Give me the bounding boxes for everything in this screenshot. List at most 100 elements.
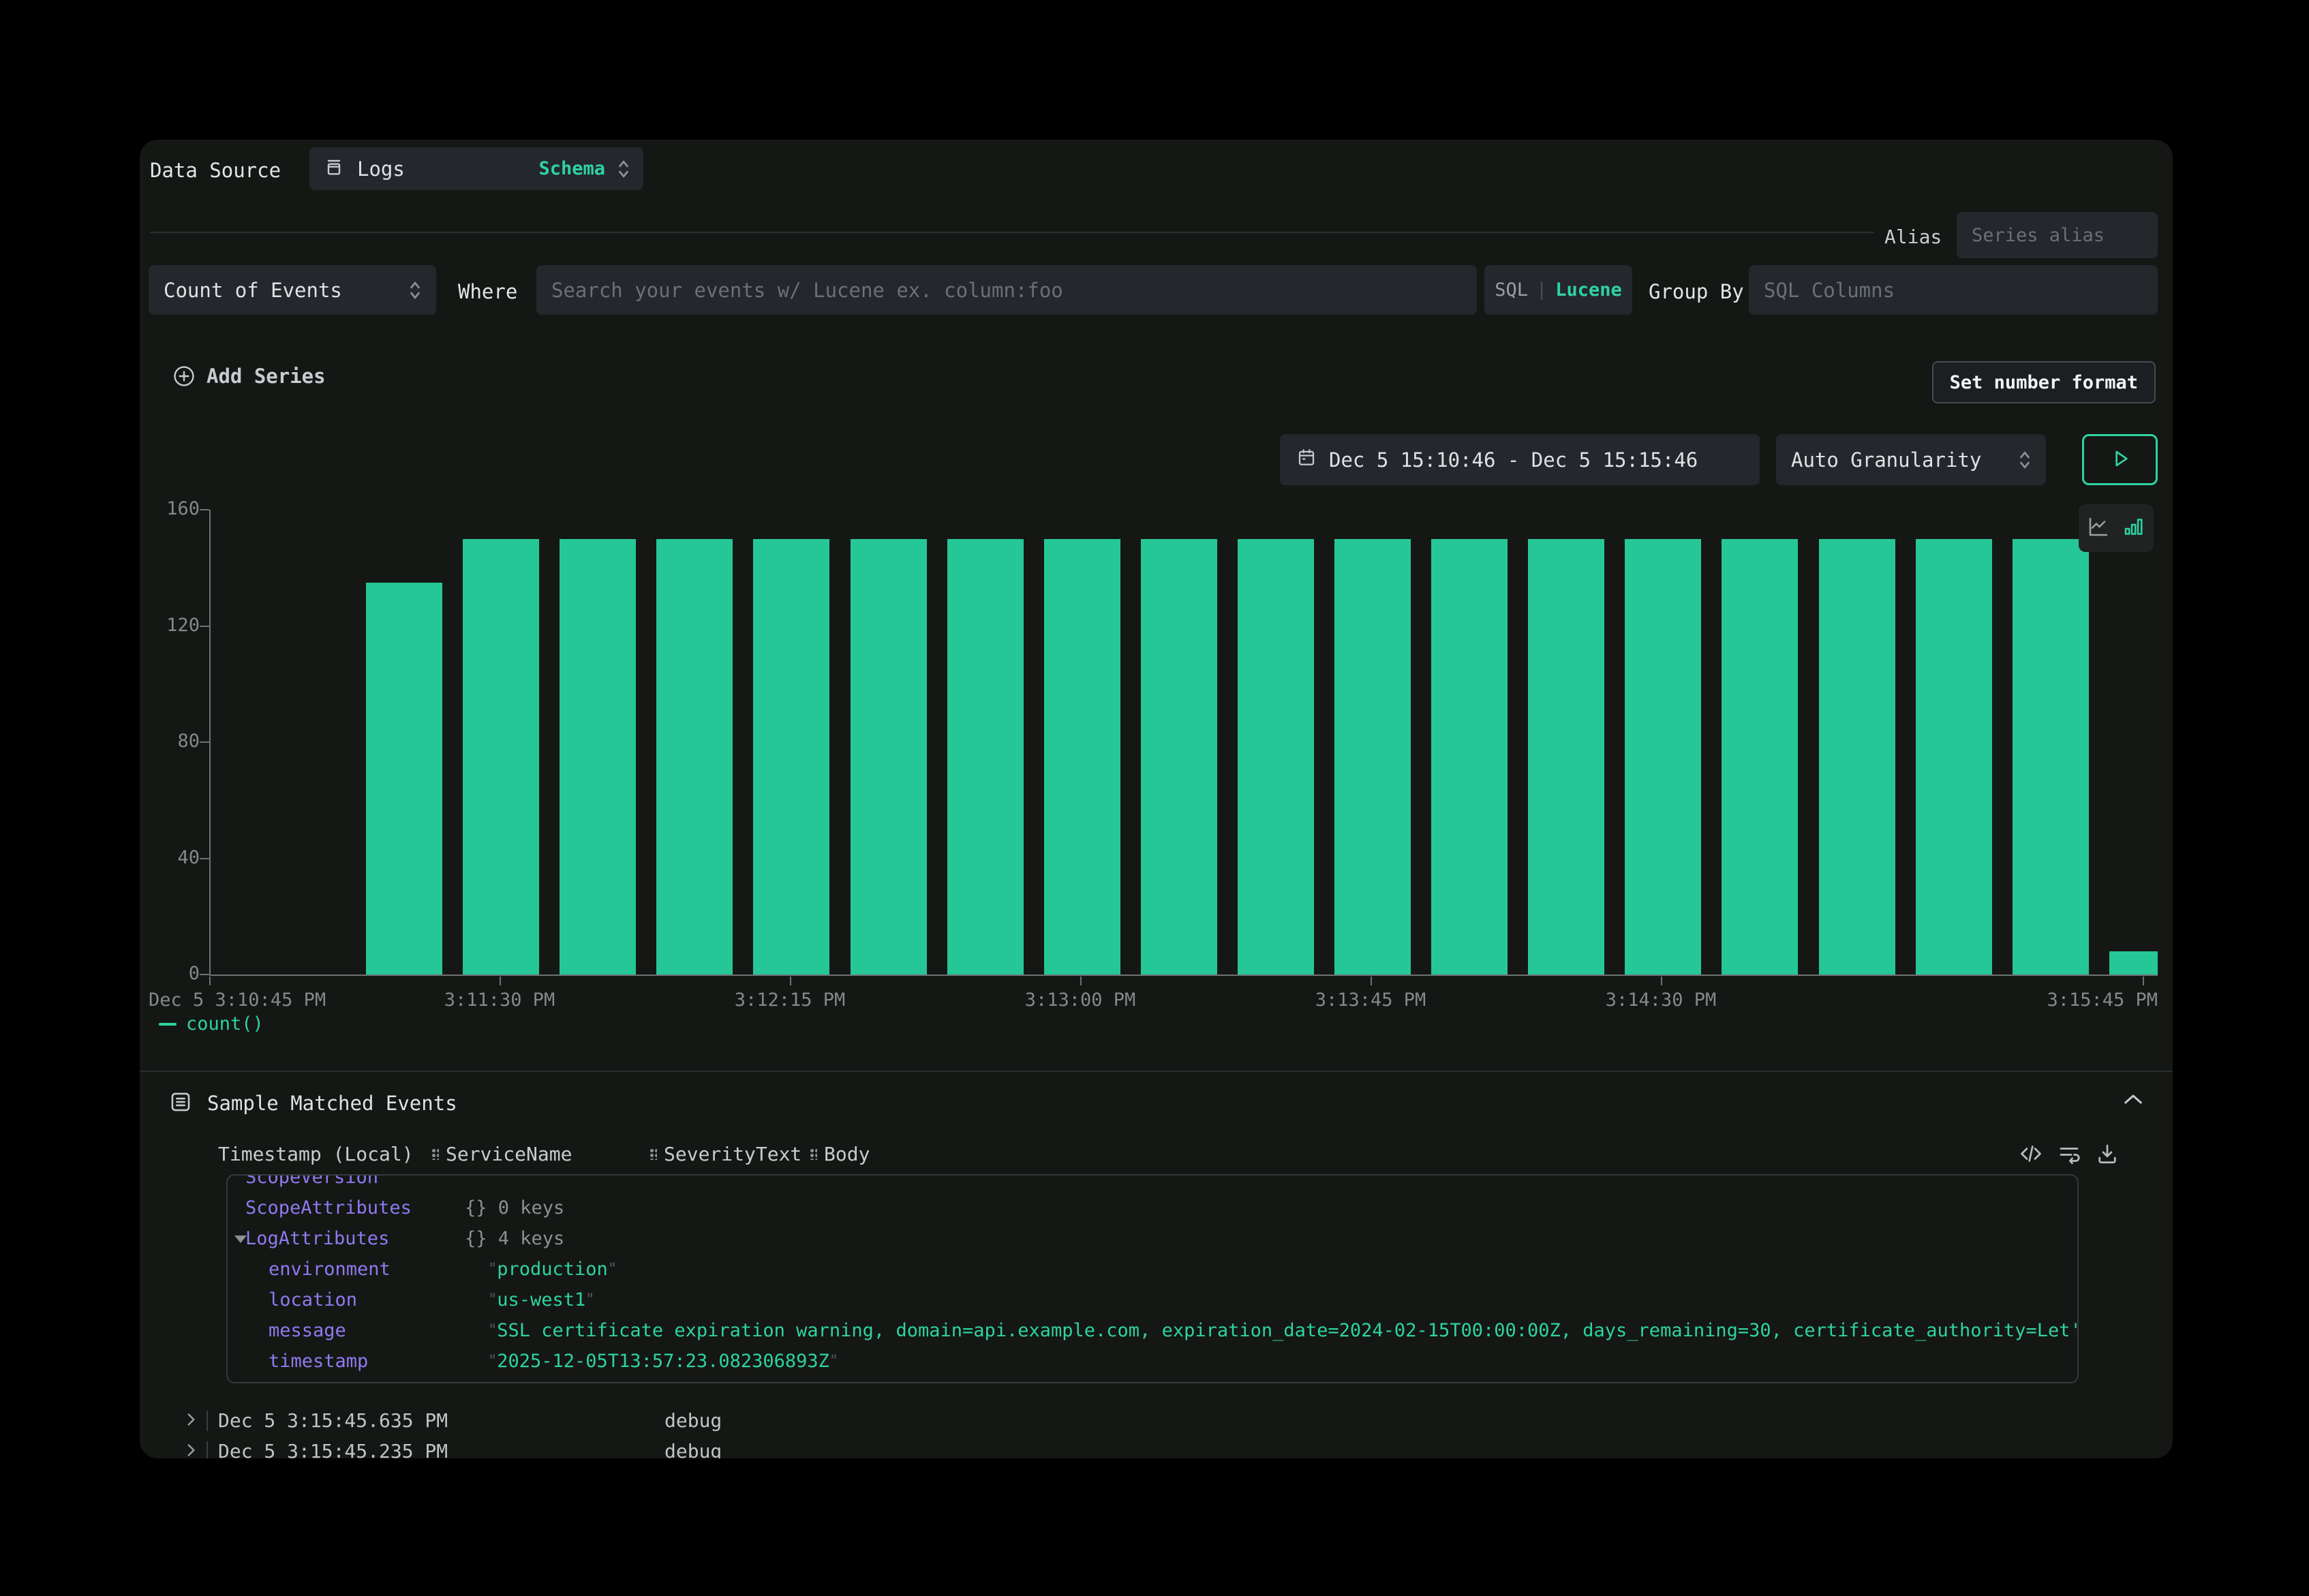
- json-key: LogAttributes: [245, 1223, 465, 1254]
- divider: [150, 232, 1874, 233]
- json-key: ScopeVersion: [245, 1174, 465, 1193]
- chart-legend[interactable]: count(): [159, 1013, 264, 1034]
- bar[interactable]: [1141, 539, 1217, 975]
- json-row[interactable]: ScopeAttributes{} 0 keys: [228, 1193, 2077, 1223]
- drag-handle-icon[interactable]: [649, 1148, 657, 1160]
- search-input[interactable]: [536, 265, 1477, 315]
- event-timestamp: Dec 5 3:15:45.635 PM: [218, 1409, 448, 1432]
- event-row[interactable]: Dec 5 3:15:45.235 PMdebug: [140, 1437, 2173, 1458]
- bar[interactable]: [1819, 539, 1895, 975]
- bar[interactable]: [1625, 539, 1701, 975]
- bar[interactable]: [656, 539, 733, 975]
- json-row[interactable]: LogAttributes{} 4 keys: [228, 1223, 2077, 1254]
- where-label: Where: [458, 280, 517, 303]
- column-label: SeverityText: [664, 1143, 801, 1165]
- bar[interactable]: [1431, 539, 1508, 975]
- event-rows: Dec 5 3:15:45.635 PMdebugDec 5 3:15:45.2…: [140, 1406, 2173, 1458]
- column-header-body[interactable]: Body: [810, 1143, 870, 1165]
- json-value: "production": [488, 1259, 617, 1280]
- bar[interactable]: [2013, 539, 2089, 975]
- drag-handle-icon[interactable]: [810, 1148, 817, 1160]
- column-header-servicename[interactable]: ServiceName: [431, 1143, 572, 1165]
- aggregation-select[interactable]: Count of Events: [149, 265, 436, 315]
- json-value: {} 4 keys: [465, 1228, 564, 1249]
- bar[interactable]: [366, 583, 442, 975]
- y-tick: [200, 509, 209, 510]
- legend-swatch: [159, 1023, 177, 1026]
- wrap-text-icon[interactable]: [2057, 1141, 2081, 1166]
- bar[interactable]: [1722, 539, 1798, 975]
- json-value: "us-west1": [488, 1289, 595, 1310]
- json-row[interactable]: ScopeVersion"": [228, 1174, 2077, 1193]
- json-key: environment: [269, 1254, 488, 1285]
- set-number-format-button[interactable]: Set number format: [1932, 361, 2156, 403]
- json-key: message: [269, 1315, 488, 1346]
- sql-toggle[interactable]: SQL: [1495, 279, 1528, 301]
- group-by-label: Group By: [1649, 280, 1744, 303]
- chart-type-toggle[interactable]: [2079, 504, 2154, 552]
- query-language-toggle[interactable]: SQL | Lucene: [1484, 265, 1632, 315]
- x-tick: [2143, 977, 2144, 985]
- data-source-select[interactable]: Logs Schema: [309, 147, 643, 190]
- plus-circle-icon: [172, 365, 196, 388]
- group-by-input[interactable]: [1749, 265, 2158, 315]
- json-row[interactable]: timestamp"2025-12-05T13:57:23.082306893Z…: [228, 1346, 2077, 1377]
- event-row[interactable]: Dec 5 3:15:45.635 PMdebug: [140, 1406, 2173, 1437]
- y-tick-label: 160: [140, 498, 200, 519]
- database-icon: [323, 157, 345, 181]
- bar[interactable]: [1916, 539, 1992, 975]
- alias-label: Alias: [1884, 226, 1942, 248]
- y-tick: [200, 626, 209, 627]
- json-value: "": [465, 1174, 483, 1188]
- bar[interactable]: [1334, 539, 1411, 975]
- bar[interactable]: [2109, 951, 2158, 975]
- granularity-select[interactable]: Auto Granularity: [1776, 434, 2046, 485]
- lucene-toggle[interactable]: Lucene: [1555, 279, 1622, 301]
- bar[interactable]: [560, 539, 636, 975]
- bar[interactable]: [1044, 539, 1120, 975]
- event-severity: debug: [664, 1440, 722, 1458]
- collapse-triangle-icon[interactable]: [234, 1236, 247, 1243]
- y-tick-label: 0: [140, 963, 200, 984]
- drag-handle-icon[interactable]: [431, 1148, 439, 1160]
- bar[interactable]: [463, 539, 539, 975]
- json-row[interactable]: environment"production": [228, 1254, 2077, 1285]
- column-header-severitytext[interactable]: SeverityText: [649, 1143, 801, 1165]
- x-tick-label: 3:14:30 PM: [1606, 989, 1717, 1011]
- collapse-chevron-icon[interactable]: [140, 1092, 2143, 1109]
- code-icon[interactable]: [2019, 1141, 2043, 1166]
- chevron-updown-icon: [409, 280, 421, 301]
- y-tick-label: 40: [140, 847, 200, 868]
- series-alias-input[interactable]: [1957, 212, 2158, 258]
- expand-chevron-icon[interactable]: [182, 1411, 200, 1431]
- json-row[interactable]: message"SSL certificate expiration warni…: [228, 1315, 2077, 1346]
- bar-chart-icon[interactable]: [2122, 515, 2146, 542]
- bar[interactable]: [947, 539, 1024, 975]
- legend-label: count(): [186, 1013, 264, 1034]
- expand-chevron-icon[interactable]: [182, 1441, 200, 1458]
- x-tick: [1080, 977, 1082, 985]
- x-tick: [209, 977, 211, 985]
- time-range-value: Dec 5 15:10:46 - Dec 5 15:15:46: [1329, 448, 1698, 472]
- query-builder-card: Data Source Logs Schema Alias Count of E…: [140, 140, 2173, 1458]
- x-tick-label: 3:11:30 PM: [444, 989, 555, 1011]
- line-chart-icon[interactable]: [2086, 515, 2111, 542]
- bar[interactable]: [851, 539, 927, 975]
- add-series-button[interactable]: Add Series: [172, 365, 326, 388]
- json-row[interactable]: location"us-west1": [228, 1285, 2077, 1315]
- column-label: Timestamp (Local): [218, 1143, 414, 1165]
- json-value: "SSL certificate expiration warning, dom…: [488, 1320, 2077, 1341]
- bar[interactable]: [1528, 539, 1604, 975]
- bar[interactable]: [1238, 539, 1314, 975]
- json-key: ScopeAttributes: [245, 1193, 465, 1223]
- bar[interactable]: [753, 539, 829, 975]
- run-query-button[interactable]: [2082, 434, 2158, 485]
- add-series-label: Add Series: [207, 365, 326, 388]
- download-icon[interactable]: [2095, 1141, 2120, 1166]
- data-source-value: Logs: [357, 157, 405, 181]
- column-header-timestamp-local-[interactable]: Timestamp (Local): [218, 1143, 414, 1165]
- time-range-picker[interactable]: Dec 5 15:10:46 - Dec 5 15:15:46: [1280, 434, 1760, 485]
- x-tick-label: 3:13:00 PM: [1025, 989, 1136, 1011]
- aggregation-value: Count of Events: [164, 279, 342, 302]
- x-axis: Dec 5 3:10:45 PM3:11:30 PM3:12:15 PM3:13…: [209, 975, 2158, 1022]
